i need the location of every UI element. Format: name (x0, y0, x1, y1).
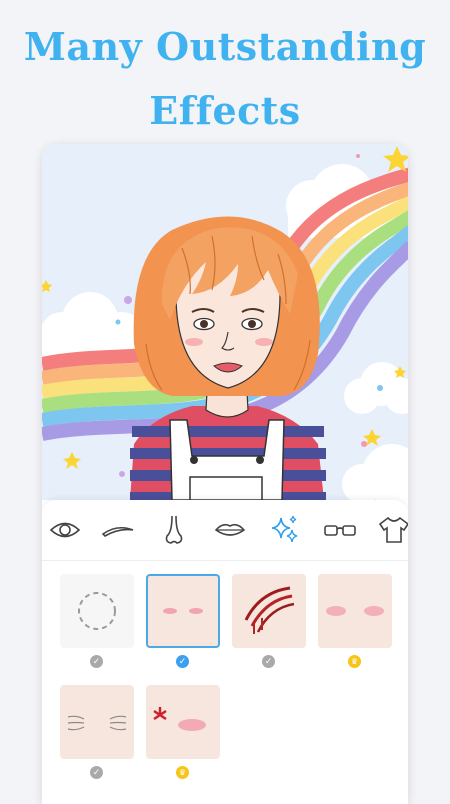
effect-tile-tired-lines[interactable] (60, 685, 134, 759)
effect-tile-light-blush[interactable] (146, 574, 220, 648)
effect-tile-none[interactable] (60, 574, 134, 648)
sparkle-effects-icon (271, 515, 298, 543)
available-check-icon: ✓ (90, 655, 103, 668)
shirt-icon (378, 516, 408, 543)
premium-crown-icon: ♛ (348, 655, 361, 668)
category-eye[interactable] (45, 510, 85, 550)
phone-frame: ✓ ✓ ✓ ♛ ✓ ♛ (42, 144, 408, 804)
premium-crown-icon: ♛ (176, 766, 189, 779)
category-clothes[interactable] (374, 510, 408, 550)
effect-tile-angry-mark[interactable] (146, 685, 220, 759)
category-eyebrow[interactable] (98, 510, 138, 550)
eyebrow-icon (101, 526, 134, 537)
effect-tile-soft-blush[interactable] (318, 574, 392, 648)
eye-icon (49, 522, 81, 538)
headline-line-2: Effects (149, 88, 301, 133)
category-lips[interactable] (210, 510, 250, 550)
available-check-icon: ✓ (90, 766, 103, 779)
effect-tile-scratch-wound[interactable] (232, 574, 306, 648)
category-glasses[interactable] (320, 510, 360, 550)
avatar-preview (42, 144, 408, 500)
effects-panel: ✓ ✓ ✓ ♛ ✓ ♛ (42, 500, 408, 804)
toolbar-divider (42, 560, 408, 561)
nose-icon (165, 515, 183, 544)
available-check-icon: ✓ (262, 655, 275, 668)
category-toolbar (42, 510, 408, 554)
category-effects[interactable] (264, 510, 304, 550)
glasses-icon (324, 525, 356, 536)
headline-line-1: Many Outstanding (23, 24, 427, 69)
lips-icon (214, 523, 246, 536)
category-nose[interactable] (154, 510, 194, 550)
selected-check-icon: ✓ (176, 655, 189, 668)
